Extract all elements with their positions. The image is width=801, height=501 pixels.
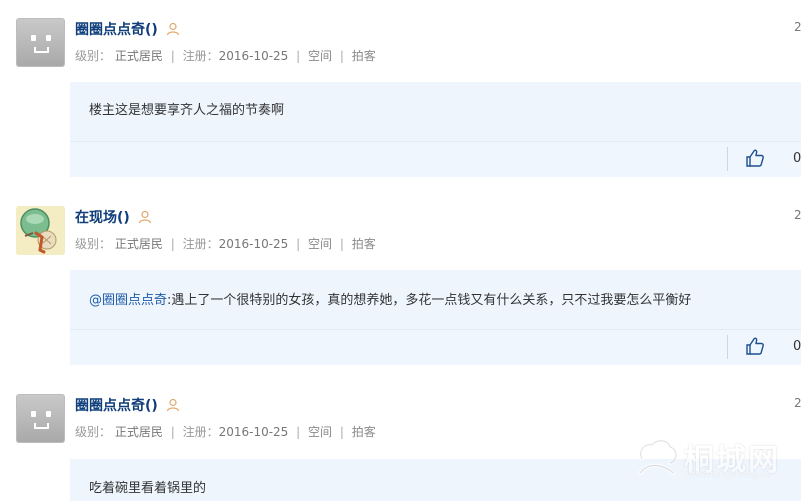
post-date: 2	[794, 208, 801, 222]
post-date: 2	[794, 20, 801, 34]
level-value: 正式居民	[114, 237, 163, 251]
space-link[interactable]: 空间	[308, 425, 332, 439]
meta-separator: |	[296, 49, 301, 63]
post-text: 楼主这是想要享齐人之福的节奏啊	[89, 103, 285, 118]
level-label: 级别：	[75, 237, 112, 251]
post-text: 吃着碗里看着锅里的	[89, 481, 207, 496]
like-count: 0	[793, 339, 801, 354]
meta-separator: |	[170, 425, 175, 439]
poke-link[interactable]: 拍客	[352, 237, 376, 251]
post-text: :遇上了一个很特别的女孩，真的想养她，多花一点钱又有什么关系，只不过我要怎么平衡…	[167, 293, 692, 308]
post-content-box: 楼主这是想要享齐人之福的节奏啊 0	[70, 82, 801, 177]
action-divider	[727, 147, 728, 171]
username-link[interactable]: 圈圈点点奇()	[75, 395, 158, 415]
thumbs-up-icon[interactable]	[745, 336, 765, 356]
post-content: 吃着碗里看着锅里的	[89, 477, 206, 496]
meta-separator: |	[170, 49, 175, 63]
post-content: @圈圈点点奇:遇上了一个很特别的女孩，真的想养她，多花一点钱又有什么关系，只不过…	[89, 289, 691, 308]
post-date: 2	[794, 396, 801, 410]
level-value: 正式居民	[114, 49, 163, 63]
thumbs-up-icon[interactable]	[745, 148, 765, 168]
meta-separator: |	[339, 425, 344, 439]
register-date: 2016-10-25	[218, 425, 289, 439]
user-meta: 级别： 正式居民 | 注册：2016-10-25 | 空间 | 拍客	[75, 423, 376, 440]
person-outline-icon	[166, 398, 180, 412]
register-label: 注册：	[182, 237, 219, 251]
post-action-bar: 0	[70, 141, 801, 177]
username-link[interactable]: 在现场()	[75, 207, 130, 227]
watermark-url: www.tongcheng.cc	[686, 470, 771, 480]
like-count: 0	[793, 151, 801, 166]
register-date: 2016-10-25	[218, 237, 289, 251]
post-content-box: @圈圈点点奇:遇上了一个很特别的女孩，真的想养她，多花一点钱又有什么关系，只不过…	[70, 270, 801, 365]
person-outline-icon	[166, 22, 180, 36]
action-divider	[727, 335, 728, 359]
post-action-bar: 0	[70, 329, 801, 365]
meta-separator: |	[339, 237, 344, 251]
site-watermark: 桐城网 www.tongcheng.cc	[634, 435, 784, 481]
mention-link[interactable]: @圈圈点点奇	[89, 293, 167, 308]
space-link[interactable]: 空间	[308, 49, 332, 63]
user-meta: 级别： 正式居民 | 注册：2016-10-25 | 空间 | 拍客	[75, 47, 376, 64]
post-content: 楼主这是想要享齐人之福的节奏啊	[89, 99, 284, 118]
register-date: 2016-10-25	[218, 49, 289, 63]
register-label: 注册：	[182, 49, 219, 63]
avatar[interactable]	[16, 394, 65, 443]
poke-link[interactable]: 拍客	[352, 425, 376, 439]
meta-separator: |	[296, 237, 301, 251]
space-link[interactable]: 空间	[308, 237, 332, 251]
user-meta: 级别： 正式居民 | 注册：2016-10-25 | 空间 | 拍客	[75, 235, 376, 252]
level-label: 级别：	[75, 49, 112, 63]
register-label: 注册：	[182, 425, 219, 439]
avatar-image	[16, 206, 65, 255]
watermark-logo-icon	[638, 438, 678, 475]
avatar[interactable]	[16, 206, 65, 255]
meta-separator: |	[339, 49, 344, 63]
person-outline-icon	[138, 210, 152, 224]
meta-separator: |	[296, 425, 301, 439]
username-link[interactable]: 圈圈点点奇()	[75, 19, 158, 39]
level-label: 级别：	[75, 425, 112, 439]
poke-link[interactable]: 拍客	[352, 49, 376, 63]
avatar[interactable]	[16, 18, 65, 67]
meta-separator: |	[170, 237, 175, 251]
level-value: 正式居民	[114, 425, 163, 439]
